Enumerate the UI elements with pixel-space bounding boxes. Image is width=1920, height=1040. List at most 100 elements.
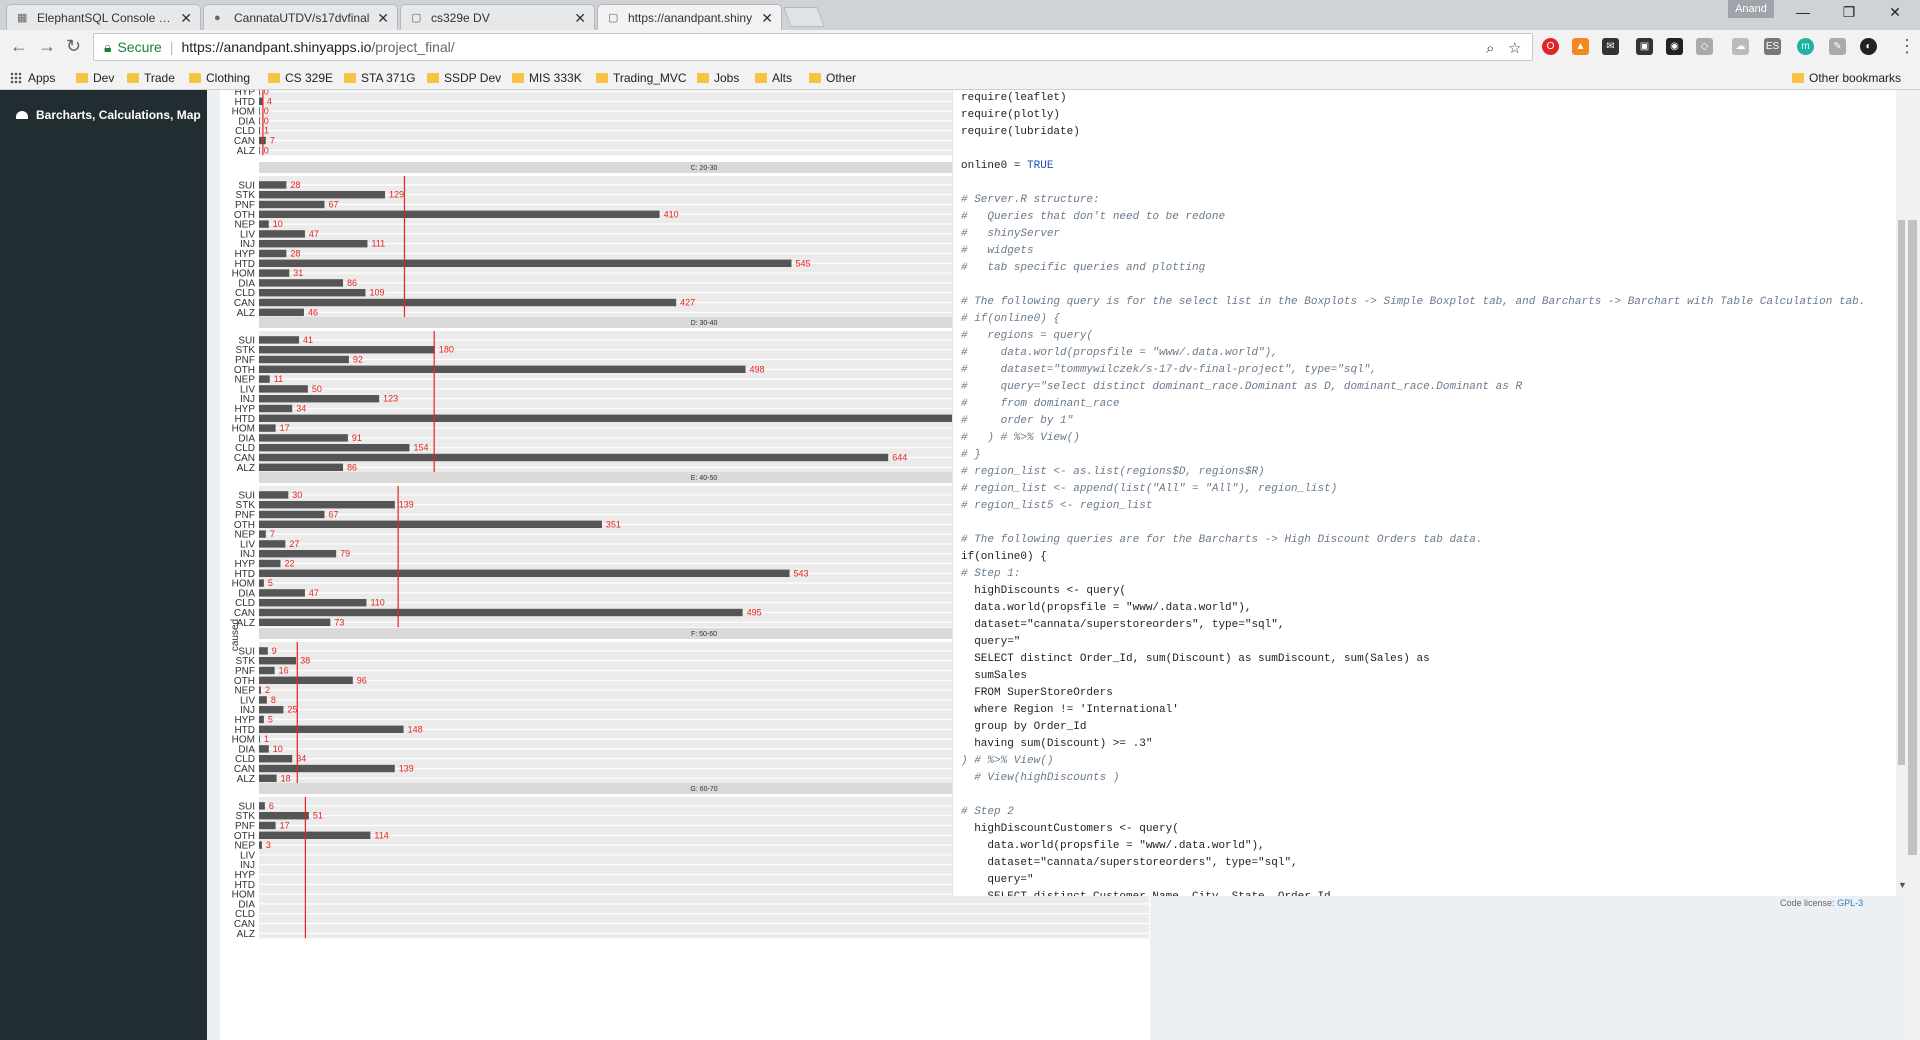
cloud-extension-icon[interactable]: ☁ xyxy=(1732,38,1749,55)
value-label: 8 xyxy=(271,695,276,705)
color-extension-icon[interactable]: ◐ xyxy=(1860,38,1877,55)
lock-icon: 🔒︎ xyxy=(104,39,112,55)
bookmark-folder[interactable]: Trading_MVC xyxy=(596,71,687,85)
bookmark-apps[interactable]: Apps xyxy=(10,71,55,85)
menu-icon[interactable]: ⋮ xyxy=(1898,36,1916,57)
page-scrollbar-thumb[interactable] xyxy=(1908,220,1917,855)
value-label: 9 xyxy=(272,646,277,656)
code-line: # shinyServer xyxy=(961,228,1061,240)
value-label: 543 xyxy=(794,568,809,578)
y-axis-label: caused xyxy=(230,619,241,651)
close-window-icon[interactable]: ✕ xyxy=(1880,4,1910,21)
value-label: 16 xyxy=(279,666,289,676)
bookmark-folder[interactable]: SSDP Dev xyxy=(427,71,501,85)
address-bar[interactable]: 🔒︎ Secure | https://anandpant.shinyapps.io/… xyxy=(93,33,1533,61)
code-line: # from dominant_race xyxy=(961,398,1120,410)
bookmark-folder[interactable]: Clothing xyxy=(189,71,250,85)
facet-title: E: 40-50 xyxy=(691,475,718,482)
bar xyxy=(259,579,264,587)
bookmark-folder[interactable]: STA 371G xyxy=(344,71,415,85)
bookmark-folder[interactable]: Dev xyxy=(76,71,114,85)
reload-icon[interactable]: ↻ xyxy=(66,36,81,57)
sidebar-item-barcharts[interactable]: Barcharts, Calculations, Map xyxy=(0,100,207,134)
bar xyxy=(259,404,293,413)
ps-extension-icon[interactable]: ES xyxy=(1764,38,1781,55)
bar xyxy=(259,647,268,655)
folder-icon xyxy=(189,73,201,83)
value-label: 28 xyxy=(290,180,300,190)
bar xyxy=(259,230,305,238)
code-line: # dataset="tommywilczek/s-17-dv-final-pr… xyxy=(961,364,1377,376)
code-line: # query="select distinct dominant_race.D… xyxy=(961,381,1523,393)
page-scrollbar[interactable] xyxy=(1905,90,1920,1040)
bar xyxy=(259,821,276,830)
mail-extension-icon[interactable]: ✉ xyxy=(1602,38,1619,55)
m-extension-icon[interactable]: m xyxy=(1797,38,1814,55)
value-label: 11 xyxy=(274,374,283,384)
code-line: # regions = query( xyxy=(961,330,1094,342)
folder-icon xyxy=(512,73,524,83)
bookmark-label: CS 329E xyxy=(285,71,334,85)
tab-shinyapp[interactable]: ▢ https://anandpant.shiny ✕ xyxy=(597,4,782,30)
opera-extension-icon[interactable]: O xyxy=(1542,38,1559,55)
value-label: 0 xyxy=(264,106,269,116)
code-line: online0 = TRUE xyxy=(961,160,1054,172)
close-icon[interactable]: ✕ xyxy=(180,10,192,27)
page-icon: ▢ xyxy=(411,12,422,24)
shield-extension-icon[interactable]: ◇ xyxy=(1696,38,1713,55)
bookmark-folder[interactable]: Jobs xyxy=(697,71,739,85)
bar xyxy=(259,764,395,773)
url-path: /project_final/ xyxy=(371,39,455,55)
value-label: 79 xyxy=(340,549,350,559)
value-label: 86 xyxy=(347,278,357,288)
code-line: # The following queries are for the Barc… xyxy=(961,534,1483,546)
maximize-icon[interactable]: ❐ xyxy=(1834,4,1864,21)
tab-github[interactable]: ● CannataUTDV/s17dvfinal ✕ xyxy=(203,4,398,30)
minimize-icon[interactable]: — xyxy=(1788,4,1818,20)
back-icon[interactable]: ← xyxy=(10,36,28,57)
value-label: 7 xyxy=(270,136,275,146)
folder-icon xyxy=(697,73,709,83)
value-label: 5 xyxy=(268,578,273,588)
bar xyxy=(259,676,353,684)
value-label: 91 xyxy=(352,433,362,443)
bookmark-folder[interactable]: MIS 333K xyxy=(512,71,582,85)
star-icon[interactable]: ☆ xyxy=(1508,36,1521,62)
bookmark-folder[interactable]: CS 329E xyxy=(268,71,333,85)
bar xyxy=(259,181,287,189)
folder-icon xyxy=(596,73,608,83)
bar xyxy=(259,491,289,499)
code-line: dataset="cannata/superstoreorders", type… xyxy=(961,619,1285,631)
folder-icon xyxy=(344,73,356,83)
new-tab-button[interactable] xyxy=(783,7,825,27)
camera-extension-icon[interactable]: ◉ xyxy=(1666,38,1683,55)
license-link[interactable]: GPL-3 xyxy=(1837,898,1863,908)
tab-elephantsql[interactable]: ▦ ElephantSQL Console Ste ✕ xyxy=(6,4,201,30)
facet-title: F: 50-60 xyxy=(691,631,717,638)
value-label: 0 xyxy=(264,145,269,155)
value-label: 154 xyxy=(413,443,428,453)
bookmark-folder[interactable]: Trade xyxy=(127,71,175,85)
profile-badge[interactable]: Anand xyxy=(1728,0,1774,18)
tab-cs329e[interactable]: ▢ cs329e DV ✕ xyxy=(400,4,595,30)
game-extension-icon[interactable]: ▣ xyxy=(1636,38,1653,55)
zoom-icon[interactable]: ⌕ xyxy=(1486,36,1494,62)
flame-extension-icon[interactable]: ▲ xyxy=(1572,38,1589,55)
bar xyxy=(259,200,325,209)
code-line: data.world(propsfile = "www/.data.world"… xyxy=(961,602,1252,614)
close-icon[interactable]: ✕ xyxy=(761,10,773,27)
forward-icon[interactable]: → xyxy=(38,36,56,57)
bar xyxy=(259,686,261,694)
bar xyxy=(259,127,260,135)
bookmark-folder[interactable]: Other xyxy=(809,71,856,85)
other-bookmarks[interactable]: Other bookmarks xyxy=(1792,71,1901,85)
value-label: 47 xyxy=(309,229,319,239)
tab-label: CannataUTDV/s17dvfinal xyxy=(234,11,370,25)
value-label: 28 xyxy=(290,249,300,259)
bookmarks-bar: Apps Dev Trade Clothing CS 329E STA 371G… xyxy=(0,66,1920,90)
tools-extension-icon[interactable]: ✎ xyxy=(1829,38,1846,55)
bookmark-folder[interactable]: Alts xyxy=(755,71,792,85)
close-icon[interactable]: ✕ xyxy=(574,10,586,27)
close-icon[interactable]: ✕ xyxy=(377,10,389,27)
